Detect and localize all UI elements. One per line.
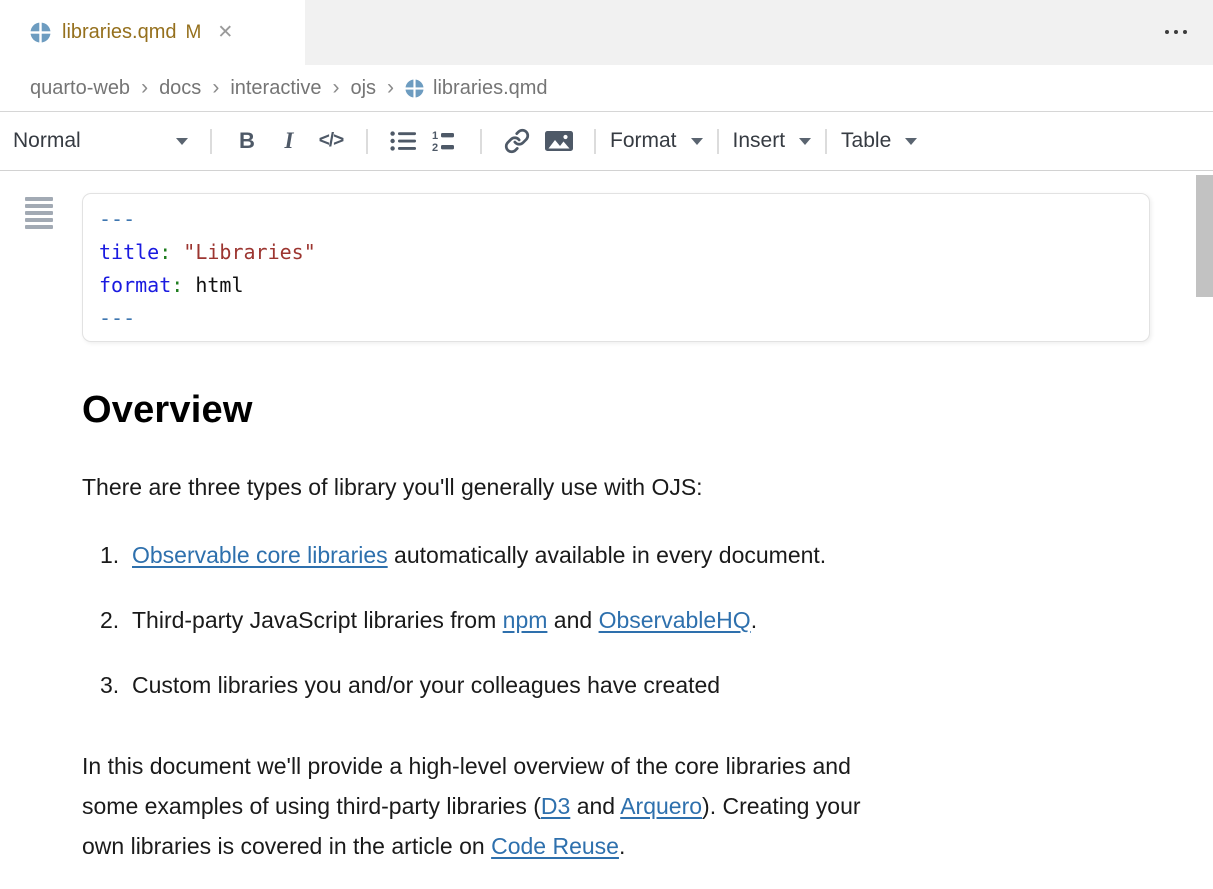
yaml-format-value: html: [183, 273, 243, 297]
chevron-right-icon: ›: [141, 76, 148, 100]
image-button[interactable]: [541, 122, 577, 160]
breadcrumb-ojs[interactable]: ojs: [350, 77, 376, 100]
chevron-down-icon: [905, 138, 917, 145]
tab-bar: libraries.qmd M ✕: [0, 0, 1213, 65]
breadcrumb-interactive[interactable]: interactive: [230, 77, 321, 100]
link-code-reuse[interactable]: Code Reuse: [491, 833, 619, 859]
svg-text:2: 2: [432, 142, 438, 153]
ellipsis-icon: [1165, 30, 1169, 34]
svg-text:1: 1: [432, 130, 438, 142]
breadcrumb-quarto-web[interactable]: quarto-web: [30, 77, 130, 100]
block-drag-handle[interactable]: [25, 197, 53, 232]
breadcrumb-file[interactable]: libraries.qmd: [405, 77, 547, 100]
image-icon: [544, 129, 574, 153]
insert-menu[interactable]: Insert: [733, 129, 812, 153]
table-menu[interactable]: Table: [841, 129, 917, 153]
format-toolbar: Normal B I </> 1 2: [0, 112, 1213, 171]
link-arquero[interactable]: Arquero: [620, 793, 702, 819]
more-actions-button[interactable]: [1165, 24, 1187, 40]
heading-overview[interactable]: Overview: [82, 389, 253, 432]
editor-canvas[interactable]: --- title: "Libraries" format: html --- …: [0, 171, 1213, 888]
yaml-fence: ---: [99, 306, 135, 330]
format-menu[interactable]: Format: [610, 129, 703, 153]
link-observablehq[interactable]: ObservableHQ: [599, 607, 751, 633]
paragraph-style-value: Normal: [13, 129, 81, 153]
quarto-file-icon: [30, 22, 51, 43]
toolbar-divider: [366, 129, 368, 154]
breadcrumb: quarto-web › docs › interactive › ojs › …: [0, 65, 1213, 112]
paragraph-style-dropdown[interactable]: Normal: [13, 129, 196, 153]
link-observable-core-libraries[interactable]: Observable core libraries: [132, 542, 388, 568]
link-d3[interactable]: D3: [541, 793, 570, 819]
list-marker: 1.: [100, 542, 125, 569]
bulleted-list-icon: [390, 130, 417, 152]
list-item: 3. Custom libraries you and/or your coll…: [100, 672, 826, 699]
modified-badge: M: [185, 22, 201, 44]
chevron-down-icon: [799, 138, 811, 145]
bold-button[interactable]: B: [229, 122, 265, 160]
yaml-metadata-block[interactable]: --- title: "Libraries" format: html ---: [82, 193, 1150, 342]
toolbar-divider: [210, 129, 212, 154]
closing-paragraph[interactable]: In this document we'll provide a high-le…: [82, 746, 861, 866]
numbered-list-button[interactable]: 1 2: [427, 122, 463, 160]
yaml-title-value: "Libraries": [171, 240, 316, 264]
yaml-format-key: format: [99, 273, 171, 297]
list-marker: 2.: [100, 607, 125, 634]
inline-code-button[interactable]: </>: [313, 122, 349, 160]
toolbar-divider: [480, 129, 482, 154]
link-npm[interactable]: npm: [503, 607, 548, 633]
breadcrumb-filename: libraries.qmd: [433, 77, 547, 100]
close-icon[interactable]: ✕: [217, 23, 233, 42]
chevron-down-icon: [176, 138, 188, 145]
yaml-title-key: title: [99, 240, 159, 264]
toolbar-divider: [594, 129, 596, 154]
yaml-fence: ---: [99, 207, 135, 231]
intro-paragraph[interactable]: There are three types of library you'll …: [82, 474, 703, 501]
list-marker: 3.: [100, 672, 125, 699]
vertical-scrollbar-thumb[interactable]: [1196, 175, 1213, 297]
list-item: 1. Observable core libraries automatical…: [100, 542, 826, 569]
chevron-down-icon: [691, 138, 703, 145]
numbered-list-icon: 1 2: [432, 129, 459, 153]
toolbar-divider: [825, 129, 827, 154]
list-item: 2. Third-party JavaScript libraries from…: [100, 607, 826, 634]
toolbar-divider: [717, 129, 719, 154]
ordered-list[interactable]: 1. Observable core libraries automatical…: [100, 542, 826, 737]
italic-button[interactable]: I: [271, 122, 307, 160]
chevron-right-icon: ›: [332, 76, 339, 100]
chevron-right-icon: ›: [212, 76, 219, 100]
quarto-file-icon: [405, 79, 424, 98]
chevron-right-icon: ›: [387, 76, 394, 100]
link-button[interactable]: [499, 122, 535, 160]
breadcrumb-docs[interactable]: docs: [159, 77, 201, 100]
tab-filename: libraries.qmd: [62, 21, 176, 44]
bulleted-list-button[interactable]: [385, 122, 421, 160]
tab-libraries-qmd[interactable]: libraries.qmd M ✕: [0, 0, 305, 65]
link-icon: [504, 128, 530, 154]
